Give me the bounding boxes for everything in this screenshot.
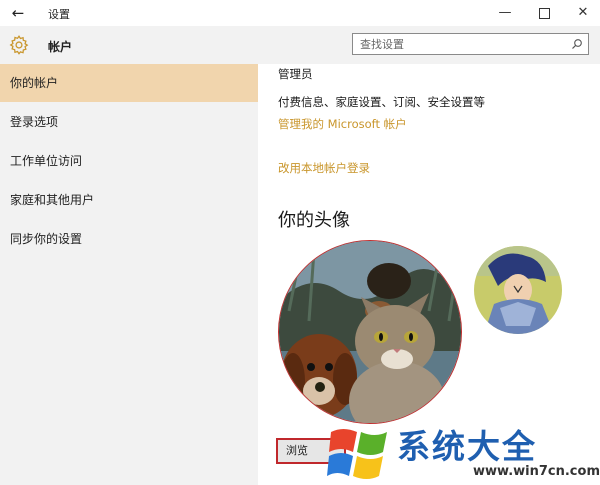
account-info-text: 付费信息、家庭设置、订阅、安全设置等 bbox=[278, 95, 485, 109]
watermark-url: www.win7cn.com bbox=[473, 464, 600, 479]
sidebar-item-sign-in-options[interactable]: 登录选项 bbox=[0, 103, 258, 141]
page-title: 帐户 bbox=[48, 40, 73, 54]
avatar-heading: 你的头像 bbox=[278, 210, 350, 231]
watermark-text: 系统大全 bbox=[397, 427, 537, 466]
avatar-cat-dog-photo bbox=[278, 240, 462, 424]
search-icon[interactable] bbox=[571, 38, 583, 50]
account-role: 管理员 bbox=[278, 67, 313, 81]
manage-microsoft-account-link[interactable]: 管理我的 Microsoft 帐户 bbox=[278, 116, 407, 132]
maximize-button[interactable] bbox=[527, 2, 561, 24]
search-input[interactable] bbox=[360, 36, 560, 52]
avatar-anime-character[interactable] bbox=[474, 246, 562, 334]
gear-icon bbox=[9, 35, 29, 55]
watermark-logo: 系统大全 www.win7cn.com bbox=[325, 418, 600, 485]
settings-header: 帐户 bbox=[0, 26, 600, 64]
title-bar: ← 设置 — ✕ bbox=[0, 0, 600, 26]
sidebar-item-family-users[interactable]: 家庭和其他用户 bbox=[0, 181, 258, 219]
sidebar-item-work-access[interactable]: 工作单位访问 bbox=[0, 142, 258, 180]
maximize-icon bbox=[538, 8, 550, 19]
windows-logo-icon bbox=[327, 429, 387, 479]
search-box[interactable] bbox=[352, 33, 589, 55]
window-title: 设置 bbox=[48, 8, 70, 21]
close-button[interactable]: ✕ bbox=[566, 2, 600, 24]
sidebar-item-your-account[interactable]: 你的帐户 bbox=[0, 64, 258, 102]
switch-to-local-account-link[interactable]: 改用本地帐户登录 bbox=[278, 160, 370, 176]
minimize-button[interactable]: — bbox=[488, 2, 522, 24]
back-arrow-icon[interactable]: ← bbox=[8, 3, 28, 23]
sidebar: 你的帐户 登录选项 工作单位访问 家庭和其他用户 同步你的设置 bbox=[0, 64, 258, 485]
sidebar-item-sync-settings[interactable]: 同步你的设置 bbox=[0, 220, 258, 258]
